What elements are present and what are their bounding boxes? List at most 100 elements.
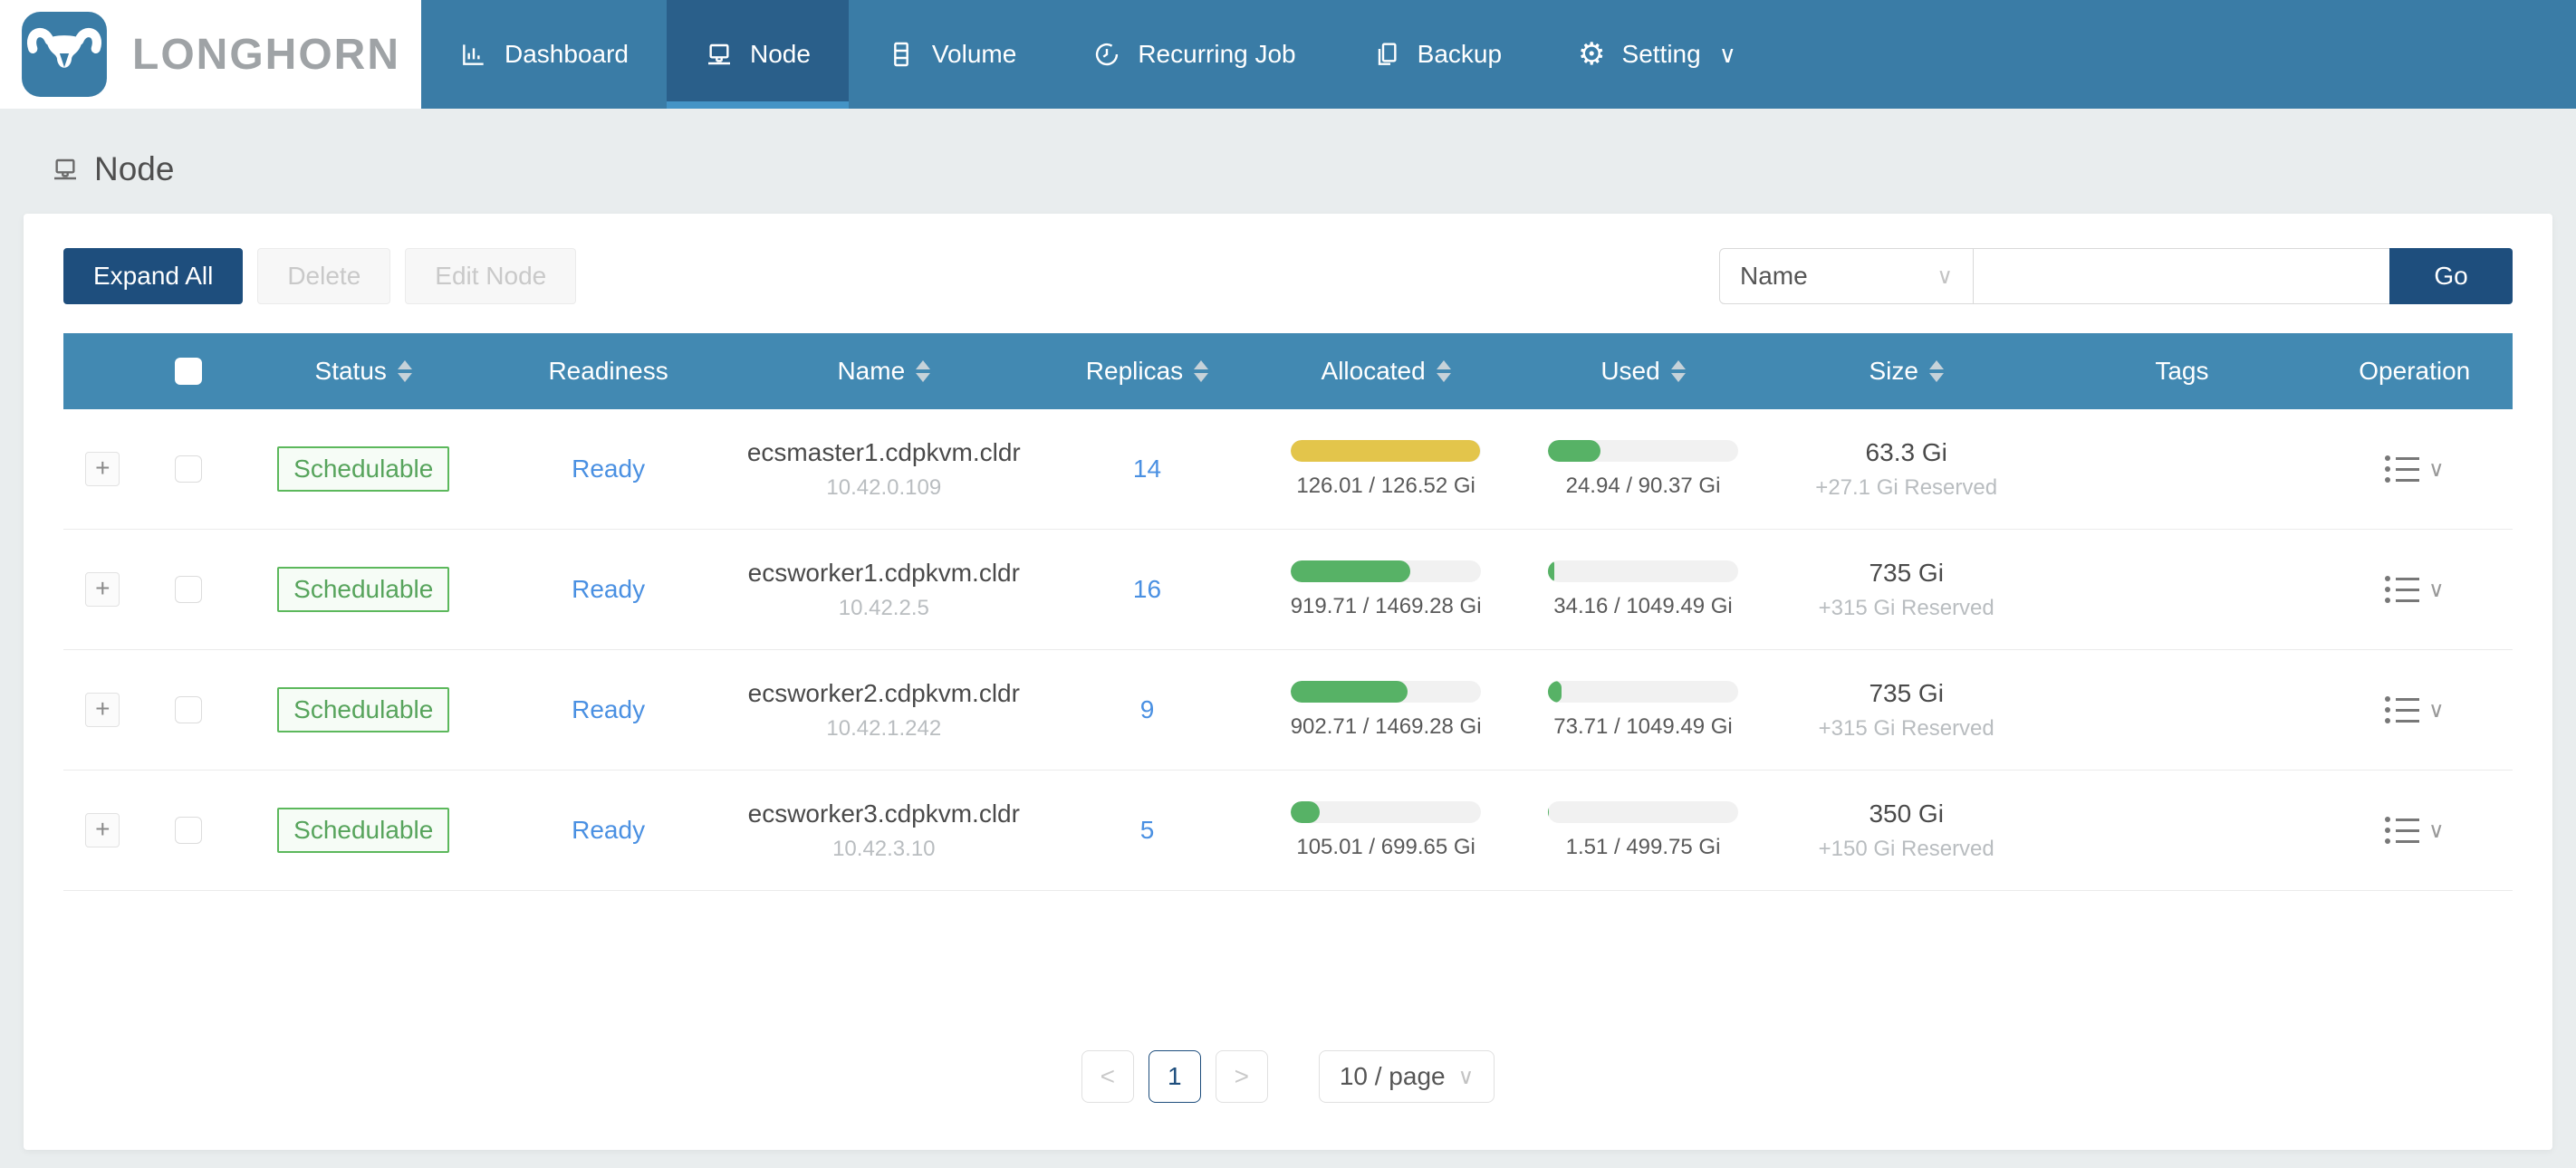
delete-button[interactable]: Delete: [257, 248, 391, 304]
select-all-checkbox[interactable]: [174, 358, 202, 385]
sort-icon[interactable]: [1436, 360, 1451, 382]
status-badge: Schedulable: [277, 446, 450, 492]
allocated-meter: 902.71 / 1469.28 Gi: [1290, 680, 1482, 740]
operation-menu-button[interactable]: ∨: [2384, 817, 2445, 844]
dashboard-icon: [463, 44, 484, 65]
row-checkbox[interactable]: [174, 576, 202, 603]
chevron-down-icon: ∨: [2427, 697, 2445, 723]
allocated-meter-fill: [1291, 680, 1408, 703]
size-value: 63.3 Gi: [1865, 437, 1947, 466]
search-bar: Name ∨ Go: [1719, 248, 2513, 304]
longhorn-bull-icon: [22, 12, 107, 97]
main-nav: Dashboard Node Volume Recurring Job Back…: [421, 0, 1774, 109]
column-header-size[interactable]: Size: [1869, 357, 1944, 386]
node-ip: 10.42.2.5: [838, 595, 929, 620]
replica-count: 9: [1139, 695, 1155, 723]
column-header-status[interactable]: Status: [315, 357, 412, 386]
expand-row-button[interactable]: +: [85, 693, 120, 727]
volume-icon: [894, 42, 908, 67]
toolbar: Expand All Delete Edit Node Name ∨ Go: [63, 248, 2513, 304]
allocated-meter-fill: [1291, 800, 1320, 823]
chevron-down-icon: ∨: [1937, 263, 1953, 289]
chevron-down-icon: ∨: [2427, 818, 2445, 843]
search-field-select[interactable]: Name ∨: [1719, 248, 1974, 304]
next-page-button[interactable]: >: [1215, 1050, 1268, 1103]
search-field-value: Name: [1740, 262, 1808, 290]
operation-menu-button[interactable]: ∨: [2384, 576, 2445, 603]
list-menu-icon: [2384, 696, 2419, 723]
node-icon: [707, 43, 730, 65]
replica-count: 16: [1132, 575, 1162, 603]
size-value: 350 Gi: [1869, 799, 1944, 828]
nav-item-dashboard[interactable]: Dashboard: [421, 0, 667, 109]
chevron-down-icon: ∨: [2427, 456, 2445, 482]
allocated-meter-fill: [1291, 560, 1410, 582]
expand-row-button[interactable]: +: [85, 813, 120, 847]
list-menu-icon: [2384, 576, 2419, 603]
page-size-select[interactable]: 10 / page ∨: [1318, 1050, 1495, 1103]
table-row: + Schedulable Ready ecsworker1.cdpkvm.cl…: [63, 530, 2513, 650]
allocated-value: 902.71 / 1469.28 Gi: [1290, 713, 1482, 739]
sort-icon[interactable]: [916, 360, 931, 382]
search-go-button[interactable]: Go: [2389, 248, 2513, 304]
nav-item-setting[interactable]: ⚙ Setting ∨: [1540, 0, 1774, 109]
backup-icon: [1378, 43, 1397, 65]
used-meter: 73.71 / 1049.49 Gi: [1548, 680, 1739, 740]
column-header-allocated[interactable]: Allocated: [1322, 357, 1451, 386]
column-header-tags: Tags: [2155, 357, 2209, 385]
search-input[interactable]: [1974, 248, 2389, 304]
expand-row-button[interactable]: +: [85, 572, 120, 607]
column-header-operation: Operation: [2359, 357, 2471, 385]
nav-item-node[interactable]: Node: [666, 0, 849, 109]
size-value: 735 Gi: [1869, 678, 1944, 707]
row-checkbox[interactable]: [174, 696, 202, 723]
status-badge: Schedulable: [277, 808, 450, 853]
size-value: 735 Gi: [1869, 558, 1944, 587]
node-ip: 10.42.3.10: [832, 836, 936, 861]
nav-label-node: Node: [749, 40, 811, 68]
operation-menu-button[interactable]: ∨: [2384, 696, 2445, 723]
column-header-used[interactable]: Used: [1600, 357, 1686, 386]
readiness-value: Ready: [572, 816, 646, 844]
gear-icon: ⚙: [1578, 37, 1606, 72]
longhorn-logo[interactable]: LONGHORN: [0, 0, 421, 109]
nav-label-backup: Backup: [1417, 40, 1503, 68]
sort-icon[interactable]: [1194, 360, 1209, 382]
used-meter: 24.94 / 90.37 Gi: [1548, 439, 1739, 499]
prev-page-button[interactable]: <: [1081, 1050, 1134, 1103]
operation-menu-button[interactable]: ∨: [2384, 455, 2445, 483]
page-heading: Node: [0, 109, 2576, 199]
replica-count: 5: [1139, 816, 1155, 844]
nav-item-backup[interactable]: Backup: [1334, 0, 1540, 109]
row-checkbox[interactable]: [174, 455, 202, 483]
expand-all-button[interactable]: Expand All: [63, 248, 244, 304]
status-badge: Schedulable: [277, 687, 450, 732]
status-badge: Schedulable: [277, 567, 450, 612]
used-meter: 34.16 / 1049.49 Gi: [1548, 560, 1739, 619]
table-header-row: Status Readiness Name Replicas Allocated…: [63, 333, 2513, 409]
sort-icon[interactable]: [397, 360, 412, 382]
nav-item-recurring-job[interactable]: Recurring Job: [1054, 0, 1333, 109]
sort-icon[interactable]: [1928, 360, 1944, 382]
sort-icon[interactable]: [1670, 360, 1686, 382]
nav-item-volume[interactable]: Volume: [849, 0, 1054, 109]
chevron-down-icon: ∨: [1457, 1064, 1475, 1089]
replica-count: 14: [1132, 455, 1162, 483]
size-reserved: +315 Gi Reserved: [1818, 595, 1994, 620]
nav-label-recurring-job: Recurring Job: [1138, 40, 1296, 68]
column-header-name[interactable]: Name: [837, 357, 931, 386]
expand-row-button[interactable]: +: [85, 452, 120, 486]
nav-label-volume: Volume: [931, 40, 1017, 68]
node-name: ecsworker3.cdpkvm.cldr: [747, 799, 1020, 828]
current-page-button[interactable]: 1: [1148, 1050, 1201, 1103]
readiness-value: Ready: [572, 575, 646, 603]
list-menu-icon: [2384, 817, 2419, 844]
row-checkbox[interactable]: [174, 817, 202, 844]
edit-node-button[interactable]: Edit Node: [405, 248, 577, 304]
page-title: Node: [94, 150, 175, 187]
node-ip: 10.42.1.242: [826, 715, 942, 741]
column-header-replicas[interactable]: Replicas: [1086, 357, 1209, 386]
readiness-value: Ready: [572, 455, 646, 483]
size-reserved: +150 Gi Reserved: [1818, 836, 1994, 861]
allocated-value: 126.01 / 126.52 Gi: [1296, 473, 1475, 498]
